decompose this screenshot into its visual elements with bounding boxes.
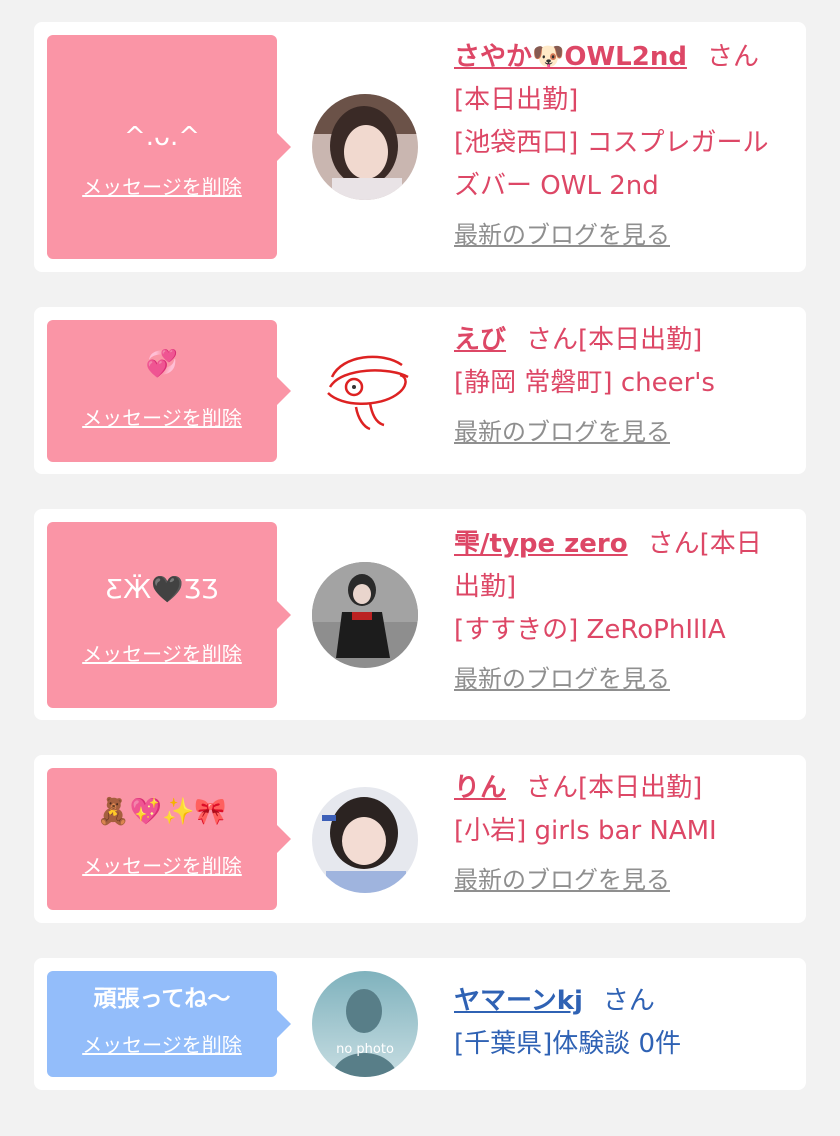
list-item: ^.ᴗ.^ メッセージを削除 さやか🐶OWL2nd さん [本日出勤] [池袋西口…: [34, 22, 806, 272]
message-text: ^.ᴗ.^: [123, 122, 200, 152]
delete-message-link[interactable]: メッセージを削除: [47, 1033, 277, 1057]
latest-blog-link[interactable]: 最新のブログを見る: [454, 218, 794, 252]
shop-text: [静岡 常磐町] cheer's: [454, 368, 715, 398]
list-item: 頑張ってね〜 メッセージを削除 no photo ヤマーンkj さん [千葉県]体…: [34, 958, 806, 1090]
status-text: [本日出勤]: [454, 85, 579, 115]
message-text: 💞: [145, 349, 179, 379]
message-bubble: ƸӜ🖤ƷƷ メッセージを削除: [47, 522, 291, 708]
avatar[interactable]: [312, 94, 418, 200]
review-count-text: [千葉県]体験談 0件: [454, 1029, 682, 1059]
list-item: ƸӜ🖤ƷƷ メッセージを削除 雫/type zero さん[本日 出勤] [すすき…: [34, 509, 806, 720]
user-name-link[interactable]: ヤマーンkj: [454, 986, 583, 1016]
list-item: 🧸💖✨🎀 メッセージを削除 りん さん[本日出勤] [小岩] girls bar …: [34, 755, 806, 923]
shop-text: [小岩] girls bar NAMI: [454, 816, 717, 846]
delete-message-link[interactable]: メッセージを削除: [47, 854, 277, 878]
honorific: さん: [706, 42, 759, 72]
user-name-link[interactable]: りん: [454, 773, 506, 803]
shop-text-cont: ズバー OWL 2nd: [454, 171, 659, 201]
message-bubble: ^.ᴗ.^ メッセージを削除: [47, 35, 291, 259]
user-name-link[interactable]: さやか🐶OWL2nd: [454, 42, 687, 72]
list-item: 💞 メッセージを削除 えび さん[本日出勤] [静岡 常磐町] cheer's 最…: [34, 307, 806, 474]
avatar[interactable]: [312, 787, 418, 893]
avatar[interactable]: [312, 337, 418, 443]
message-bubble: 💞 メッセージを削除: [47, 320, 291, 462]
latest-blog-link[interactable]: 最新のブログを見る: [454, 863, 794, 897]
no-photo-label: no photo: [336, 1042, 394, 1057]
latest-blog-link[interactable]: 最新のブログを見る: [454, 415, 794, 449]
message-text: ƸӜ🖤ƷƷ: [105, 575, 219, 605]
user-name-link[interactable]: えび: [454, 325, 506, 355]
latest-blog-link[interactable]: 最新のブログを見る: [454, 662, 794, 696]
message-text: 🧸💖✨🎀: [97, 797, 227, 827]
user-info: さやか🐶OWL2nd さん [本日出勤] [池袋西口] コスプレガール ズバー O…: [454, 36, 794, 252]
avatar[interactable]: no photo: [312, 971, 418, 1077]
user-info: 雫/type zero さん[本日 出勤] [すすきの] ZeRoPhIlIA 最…: [454, 523, 794, 696]
user-name-link[interactable]: 雫/type zero: [454, 529, 628, 559]
honorific: さん[本日出勤]: [526, 773, 703, 803]
message-bubble: 頑張ってね〜 メッセージを削除: [47, 971, 291, 1077]
shop-text: [すすきの] ZeRoPhIlIA: [454, 615, 726, 645]
honorific: さん: [602, 986, 655, 1016]
user-info: えび さん[本日出勤] [静岡 常磐町] cheer's 最新のブログを見る: [454, 319, 794, 449]
delete-message-link[interactable]: メッセージを削除: [47, 406, 277, 430]
honorific: さん[本日: [647, 529, 762, 559]
delete-message-link[interactable]: メッセージを削除: [47, 642, 277, 666]
shop-text: [池袋西口] コスプレガール: [454, 128, 769, 158]
status-text: 出勤]: [454, 572, 517, 602]
message-list: ^.ᴗ.^ メッセージを削除 さやか🐶OWL2nd さん [本日出勤] [池袋西口…: [0, 0, 840, 1136]
avatar[interactable]: [312, 562, 418, 668]
user-info: りん さん[本日出勤] [小岩] girls bar NAMI 最新のブログを見る: [454, 767, 794, 897]
delete-message-link[interactable]: メッセージを削除: [47, 175, 277, 199]
honorific: さん[本日出勤]: [526, 325, 703, 355]
user-info: ヤマーンkj さん [千葉県]体験談 0件: [454, 980, 794, 1066]
message-bubble: 🧸💖✨🎀 メッセージを削除: [47, 768, 291, 910]
message-text: 頑張ってね〜: [93, 986, 231, 1012]
